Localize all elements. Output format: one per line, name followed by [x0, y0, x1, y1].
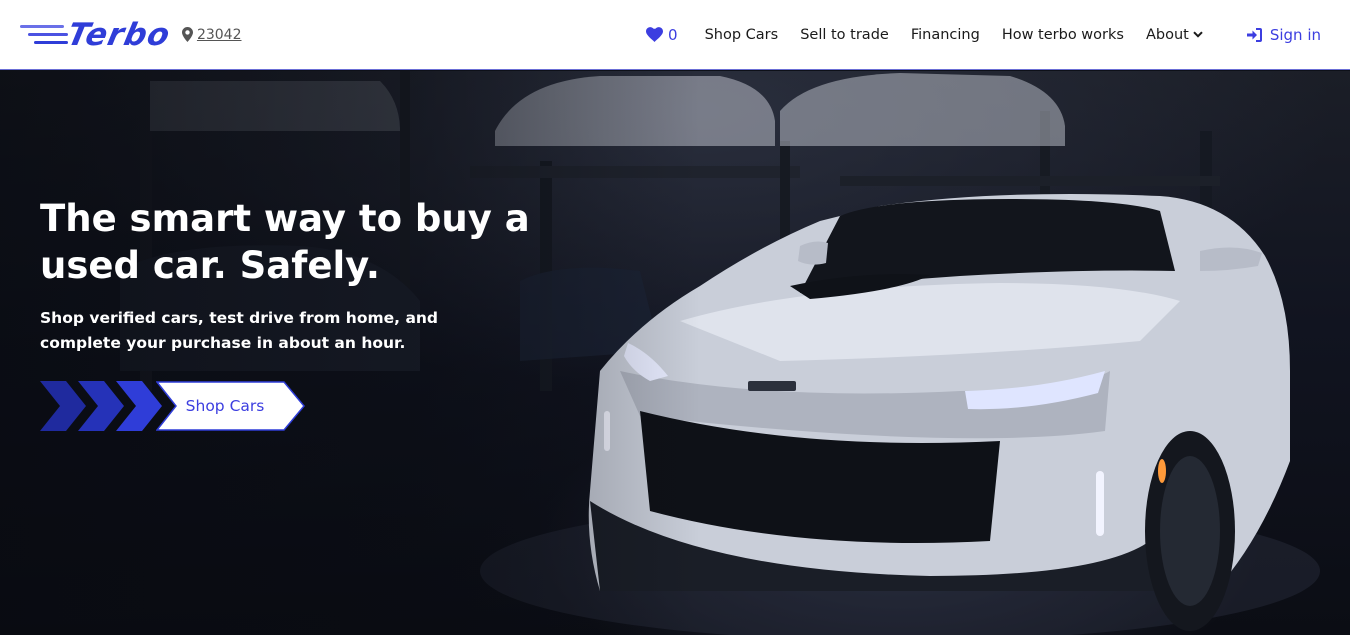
nav-about-dropdown[interactable]: About	[1146, 27, 1203, 43]
location-selector[interactable]: 23042	[181, 26, 242, 43]
location-pin-icon	[181, 27, 193, 42]
hero-subtitle: Shop verified cars, test drive from home…	[40, 309, 439, 352]
zip-code: 23042	[196, 26, 242, 43]
nav-sell-to-trade[interactable]: Sell to trade	[800, 27, 889, 43]
chevron-arrow-icon	[40, 381, 162, 431]
nav-how-terbo-works[interactable]: How terbo works	[1002, 27, 1124, 43]
chevron-down-icon	[1193, 31, 1203, 38]
nav-shop-cars[interactable]: Shop Cars	[705, 27, 779, 43]
heart-icon	[646, 27, 664, 42]
brand-logo[interactable]: Terbo	[20, 15, 174, 55]
nav-financing[interactable]: Financing	[911, 27, 980, 43]
favorites-link[interactable]: 0	[646, 26, 678, 44]
speed-lines-icon	[20, 24, 68, 44]
cta-group: Shop Cars	[40, 381, 306, 431]
hero-section: The smart way to buy a used car. Safely.…	[0, 71, 1350, 635]
sign-in-link[interactable]: Sign in	[1246, 25, 1321, 44]
sign-in-icon	[1246, 27, 1262, 42]
site-header: Terbo 23042 0 Shop Cars Sell to trade Fi…	[0, 0, 1350, 70]
sign-in-label: Sign in	[1269, 25, 1321, 44]
nav-about-label: About	[1145, 26, 1189, 43]
favorites-count: 0	[668, 25, 678, 44]
shop-cars-button-label: Shop Cars	[185, 397, 265, 415]
main-nav: 0 Shop Cars Sell to trade Financing How …	[646, 26, 1330, 44]
hero-title: The smart way to buy a used car. Safely.	[40, 197, 530, 287]
shop-cars-button[interactable]: Shop Cars	[156, 381, 306, 431]
brand-name: Terbo	[64, 16, 174, 53]
